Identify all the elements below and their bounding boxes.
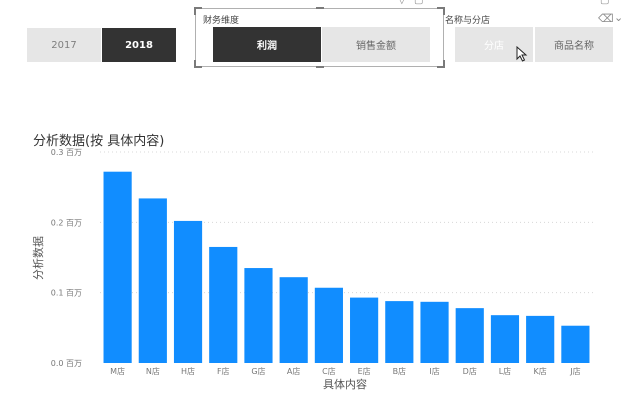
filter-icon[interactable]: ▽ xyxy=(398,0,406,6)
x-tick-label: H店 xyxy=(181,366,195,376)
year-button-2018[interactable]: 2018 xyxy=(102,28,176,62)
x-tick-label: I店 xyxy=(429,366,439,376)
finance-slicer-title: 财务维度 xyxy=(203,16,240,26)
focus-mode-icon[interactable]: ▢ xyxy=(600,0,609,6)
x-tick-label: J店 xyxy=(569,366,580,376)
x-tick-label: N店 xyxy=(146,366,160,376)
x-tick-label: C店 xyxy=(322,366,336,376)
bar[interactable] xyxy=(350,297,379,363)
resize-handle-top[interactable] xyxy=(316,7,324,9)
y-tick-label: 0.2 百万 xyxy=(51,218,82,227)
resize-corner[interactable] xyxy=(437,60,445,68)
chevron-down-icon[interactable]: ⌄ xyxy=(614,12,623,23)
bar[interactable] xyxy=(138,198,167,363)
bar[interactable] xyxy=(314,287,343,363)
bar[interactable] xyxy=(244,268,273,363)
x-tick-label: G店 xyxy=(251,366,265,376)
x-tick-label: K店 xyxy=(534,366,547,376)
more-options-icon[interactable]: ··· xyxy=(616,0,626,4)
bar[interactable] xyxy=(279,277,308,363)
x-tick-label: D店 xyxy=(463,366,477,376)
bar[interactable] xyxy=(385,301,414,363)
x-tick-label: L店 xyxy=(499,366,511,376)
y-axis-label: 分析数据 xyxy=(31,236,45,280)
x-tick-label: A店 xyxy=(287,366,300,376)
x-axis-ticks: M店 N店 H店 F店 G店 A店 C店 E店 B店 I店 D店 L店 K店 J店 xyxy=(110,366,580,376)
eraser-icon[interactable]: ⌫ xyxy=(598,13,614,24)
y-tick-label: 0.3 百万 xyxy=(51,148,82,157)
bar[interactable] xyxy=(209,246,238,363)
dimension-slicer-title: 名称与分店 xyxy=(445,16,491,26)
resize-corner[interactable] xyxy=(437,7,445,15)
y-axis-ticks: 0.0 百万 0.1 百万 0.2 百万 0.3 百万 xyxy=(51,148,82,368)
x-tick-label: B店 xyxy=(393,366,407,376)
x-tick-label: M店 xyxy=(110,366,125,376)
x-tick-label: F店 xyxy=(217,366,230,376)
y-tick-label: 0.0 百万 xyxy=(51,359,82,368)
y-tick-label: 0.1 百万 xyxy=(51,289,82,298)
bars xyxy=(103,171,590,363)
x-tick-label: E店 xyxy=(358,366,371,376)
resize-handle-bottom[interactable] xyxy=(316,66,324,68)
year-button-2017[interactable]: 2017 xyxy=(27,28,101,62)
bar[interactable] xyxy=(490,315,520,363)
focus-mode-icon[interactable]: ▢ xyxy=(414,0,423,6)
mouse-cursor-icon xyxy=(516,46,528,62)
more-options-icon[interactable]: ··· xyxy=(430,0,440,4)
bar[interactable] xyxy=(526,315,555,363)
dimension-button-product[interactable]: 商品名称 xyxy=(535,27,613,62)
x-axis-label: 具体内容 xyxy=(323,377,367,391)
resize-corner[interactable] xyxy=(194,7,202,15)
resize-corner[interactable] xyxy=(194,60,202,68)
bar[interactable] xyxy=(455,308,484,363)
bar[interactable] xyxy=(420,301,449,363)
bar-chart: 分析数据 具体内容 0.0 百万 0.1 百万 0.2 百万 0.3 百万 M店 N店 H… xyxy=(31,148,593,391)
bar[interactable] xyxy=(103,171,132,363)
finance-button-profit[interactable]: 利润 xyxy=(213,27,321,62)
bar[interactable] xyxy=(173,220,203,363)
finance-button-sales[interactable]: 销售金额 xyxy=(322,27,430,62)
bar[interactable] xyxy=(561,325,590,363)
